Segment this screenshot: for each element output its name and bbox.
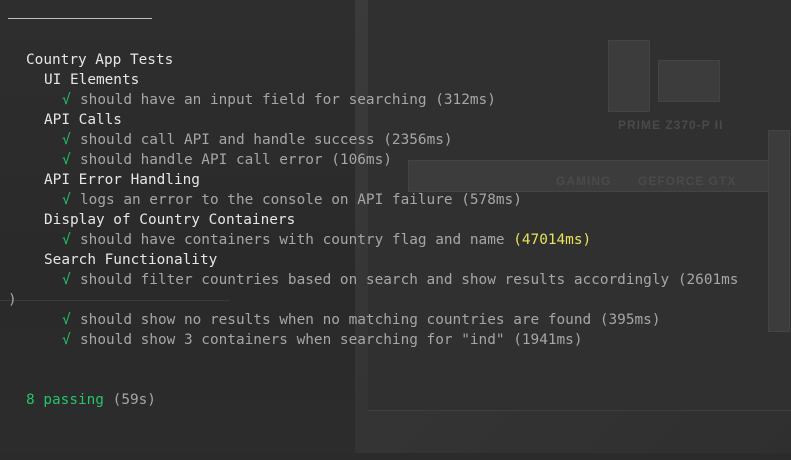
test-duration: (578ms) (461, 192, 522, 208)
checkmark-icon: √ (62, 272, 71, 288)
wrapped-text: ) (8, 292, 17, 308)
test-result: √ should handle API call error (106ms) (62, 150, 392, 170)
test-name: should handle API call error (80, 152, 323, 168)
summary-line: 8 passing (59s) (26, 390, 156, 410)
test-name: should show 3 containers when searching … (80, 332, 505, 348)
test-name: should show no results when no matching … (80, 312, 592, 328)
test-result: √ should call API and handle success (235… (62, 130, 453, 150)
test-result: √ should show 3 containers when searching… (62, 330, 583, 350)
group-title: API Error Handling (44, 172, 200, 188)
test-result: √ should have containers with country fla… (62, 230, 591, 250)
group-title: UI Elements (44, 72, 140, 88)
test-duration: (312ms) (435, 92, 496, 108)
test-result: √ should have an input field for searchin… (62, 90, 496, 110)
test-duration: (106ms) (331, 152, 392, 168)
checkmark-icon: √ (62, 232, 71, 248)
checkmark-icon: √ (62, 132, 71, 148)
checkmark-icon: √ (62, 152, 71, 168)
test-duration: (395ms) (599, 312, 661, 328)
test-duration-slow: (47014ms) (513, 232, 592, 248)
passing-count: 8 passing (26, 392, 104, 408)
test-name: should have containers with country flag… (80, 232, 505, 248)
test-name: should call API and handle success (80, 132, 375, 148)
test-name: logs an error to the console on API fail… (80, 192, 453, 208)
test-duration: (2601ms (677, 272, 739, 288)
checkmark-icon: √ (62, 332, 71, 348)
test-result: √ should show no results when no matching… (62, 310, 661, 330)
checkmark-icon: √ (62, 192, 71, 208)
group-title: Search Functionality (44, 252, 218, 268)
test-duration: (1941ms) (513, 332, 583, 348)
suite-title: Country App Tests (26, 52, 174, 68)
total-duration: (59s) (112, 392, 156, 408)
test-name: should filter countries based on search … (80, 272, 670, 288)
test-result: √ should filter countries based on search… (62, 270, 738, 290)
checkmark-icon: √ (62, 92, 71, 108)
test-duration: (2356ms) (383, 132, 453, 148)
group-title: API Calls (44, 112, 122, 128)
group-title: Display of Country Containers (44, 212, 296, 228)
checkmark-icon: √ (62, 312, 71, 328)
test-name: should have an input field for searching (80, 92, 427, 108)
test-result: √ logs an error to the console on API fai… (62, 190, 522, 210)
terminal-output: Country App Tests UI Elements √ should ha… (0, 0, 791, 453)
